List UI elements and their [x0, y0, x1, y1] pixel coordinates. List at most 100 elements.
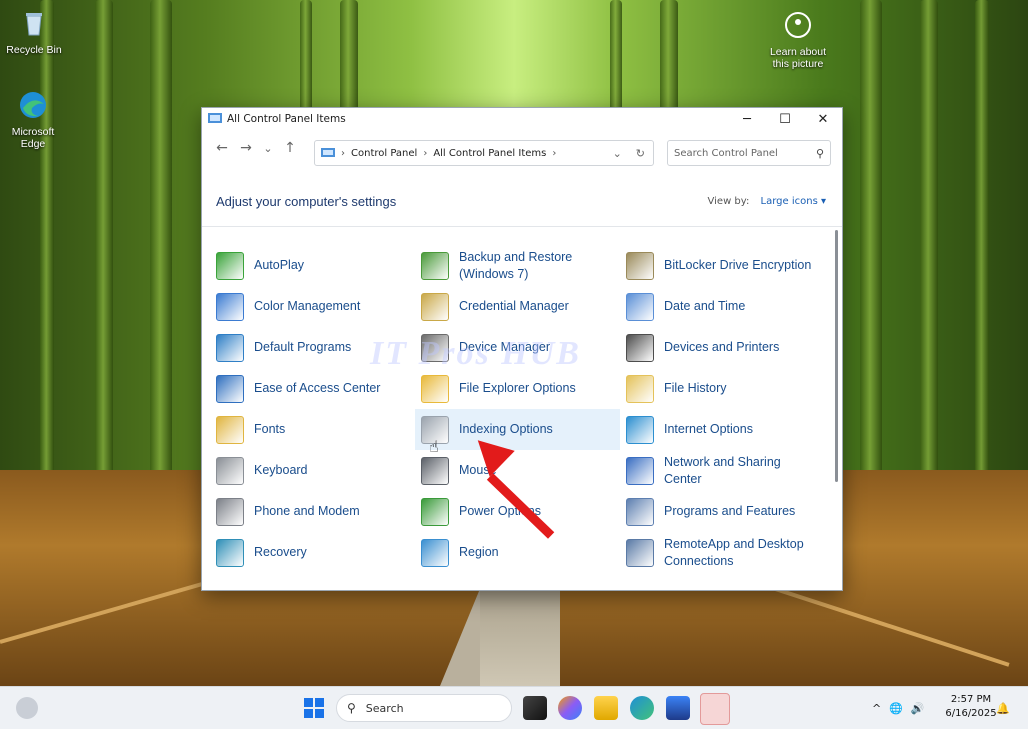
file-history-icon	[626, 374, 654, 403]
file-explorer-icon[interactable]	[594, 696, 618, 720]
notification-bell-icon[interactable]: 🔔	[996, 687, 1010, 729]
phone-and-modem-icon	[216, 497, 244, 526]
default-programs-icon	[216, 333, 244, 362]
cp-item-indexing-options[interactable]: Indexing Options	[415, 409, 620, 450]
recent-locations-button[interactable]: ⌄	[258, 142, 278, 155]
start-button-icon[interactable]	[302, 696, 326, 720]
cp-item-autoplay[interactable]: AutoPlay	[210, 245, 415, 286]
control-panel-icon	[208, 113, 222, 123]
cp-item-label: Internet Options	[664, 422, 753, 436]
cp-item-label: Ease of Access Center	[254, 381, 381, 395]
breadcrumb-all-items[interactable]: All Control Panel Items	[433, 148, 546, 159]
show-hidden-icons-icon[interactable]: ^	[872, 702, 881, 715]
search-control-panel-input[interactable]: Search Control Panel ⚲	[667, 140, 831, 166]
cp-item-label: AutoPlay	[254, 258, 305, 272]
cp-item-label: Keyboard	[254, 463, 308, 477]
volume-icon[interactable]: 🔊	[911, 702, 925, 715]
cp-item-file-history[interactable]: File History	[620, 368, 820, 409]
edge-icon	[20, 92, 46, 118]
minimize-button[interactable]: ─	[728, 108, 766, 130]
recycle-bin-icon	[26, 13, 42, 36]
view-by-control: View by: Large icons ▾	[708, 196, 826, 207]
cp-item-backup-and-restore-windows-7[interactable]: Backup and Restore (Windows 7)	[415, 245, 620, 286]
region-icon	[421, 538, 449, 567]
cp-item-label: RemoteApp and Desktop Connections	[664, 536, 804, 568]
bitlocker-drive-encryption-icon	[626, 251, 654, 280]
cp-item-label: Indexing Options	[459, 422, 553, 436]
search-placeholder: Search Control Panel	[674, 147, 778, 159]
cp-item-label: Date and Time	[664, 299, 746, 313]
cp-item-credential-manager[interactable]: Credential Manager	[415, 286, 620, 327]
cp-item-programs-and-features[interactable]: Programs and Features	[620, 491, 820, 532]
cp-item-label: Devices and Printers	[664, 340, 780, 354]
breadcrumb-separator: ›	[552, 147, 557, 159]
edge-icon[interactable]	[630, 696, 654, 720]
title-bar[interactable]: All Control Panel Items ─ ☐ ✕	[202, 108, 842, 130]
search-icon[interactable]: ⚲	[816, 147, 824, 160]
cp-item-keyboard[interactable]: Keyboard	[210, 450, 415, 491]
file-explorer-options-icon	[421, 374, 449, 403]
date-and-time-icon	[626, 292, 654, 321]
up-button[interactable]: ↑	[278, 140, 302, 156]
cp-item-date-and-time[interactable]: Date and Time	[620, 286, 820, 327]
mouse-cursor-icon: ☝	[429, 437, 439, 456]
cp-item-label: Color Management	[254, 299, 361, 313]
recycle-bin-shortcut[interactable]: Recycle Bin	[4, 8, 64, 56]
cp-item-label: File History	[664, 381, 727, 395]
cp-item-label: Programs and Features	[664, 504, 796, 518]
cp-item-fonts[interactable]: Fonts	[210, 409, 415, 450]
devices-and-printers-icon	[626, 333, 654, 362]
address-bar[interactable]: › Control Panel › All Control Panel Item…	[314, 140, 654, 166]
remoteapp-and-desktop-connections-icon	[626, 538, 654, 567]
control-panel-taskbar-icon[interactable]	[700, 693, 730, 725]
breadcrumb-separator: ›	[341, 147, 345, 159]
recovery-icon	[216, 538, 244, 567]
cp-item-label: BitLocker Drive Encryption	[664, 258, 812, 272]
vertical-scrollbar[interactable]	[835, 230, 838, 482]
back-button[interactable]: ←	[210, 140, 234, 156]
task-view-icon[interactable]	[523, 696, 547, 720]
backup-and-restore-windows-7-icon	[421, 251, 449, 280]
cp-item-ease-of-access-center[interactable]: Ease of Access Center	[210, 368, 415, 409]
address-dropdown-icon[interactable]: ⌄	[613, 147, 622, 160]
clock[interactable]: 2:57 PM 6/16/2025	[940, 693, 1002, 721]
clock-date: 6/16/2025	[945, 708, 997, 719]
learn-about-picture-shortcut[interactable]: Learn about this picture	[766, 10, 830, 70]
forward-button[interactable]: →	[234, 140, 258, 156]
cp-item-file-explorer-options[interactable]: File Explorer Options	[415, 368, 620, 409]
cp-item-label: Credential Manager	[459, 299, 569, 313]
store-icon[interactable]	[666, 696, 690, 720]
cp-item-remoteapp-and-desktop-connections[interactable]: RemoteApp and Desktop Connections	[620, 532, 820, 573]
view-by-label: View by:	[707, 196, 750, 207]
breadcrumb-control-panel[interactable]: Control Panel	[351, 148, 417, 159]
taskbar-search-box[interactable]: ⚲ Search	[336, 694, 512, 722]
cp-item-label: Network and Sharing Center	[664, 454, 781, 486]
cp-item-label: Recovery	[254, 545, 307, 559]
cp-item-recovery[interactable]: Recovery	[210, 532, 415, 573]
window-title: All Control Panel Items	[227, 113, 346, 125]
network-and-sharing-center-icon	[626, 456, 654, 485]
cp-item-network-and-sharing-center[interactable]: Network and Sharing Center	[620, 450, 820, 491]
widgets-icon[interactable]	[16, 697, 38, 719]
cp-item-label: Default Programs	[254, 340, 352, 354]
network-icon[interactable]: 🌐	[889, 702, 903, 715]
copilot-icon[interactable]	[558, 696, 582, 720]
cp-item-region[interactable]: Region	[415, 532, 620, 573]
ease-of-access-center-icon	[216, 374, 244, 403]
learn-about-label: Learn about this picture	[769, 46, 827, 70]
control-panel-items-grid: AutoPlay Backup and Restore (Windows 7) Bi…	[210, 245, 820, 573]
view-by-dropdown[interactable]: Large icons ▾	[761, 196, 826, 207]
internet-options-icon	[626, 415, 654, 444]
microsoft-edge-shortcut[interactable]: Microsoft Edge	[3, 90, 63, 150]
cp-item-devices-and-printers[interactable]: Devices and Printers	[620, 327, 820, 368]
cp-item-phone-and-modem[interactable]: Phone and Modem	[210, 491, 415, 532]
close-button[interactable]: ✕	[804, 108, 842, 130]
cp-item-color-management[interactable]: Color Management	[210, 286, 415, 327]
maximize-button[interactable]: ☐	[766, 108, 804, 130]
power-options-icon	[421, 497, 449, 526]
cp-item-bitlocker-drive-encryption[interactable]: BitLocker Drive Encryption	[620, 245, 820, 286]
refresh-icon[interactable]: ↻	[636, 147, 645, 160]
cp-item-label: Region	[459, 545, 499, 559]
cp-item-internet-options[interactable]: Internet Options	[620, 409, 820, 450]
cp-item-mouse[interactable]: Mouse	[415, 450, 620, 491]
